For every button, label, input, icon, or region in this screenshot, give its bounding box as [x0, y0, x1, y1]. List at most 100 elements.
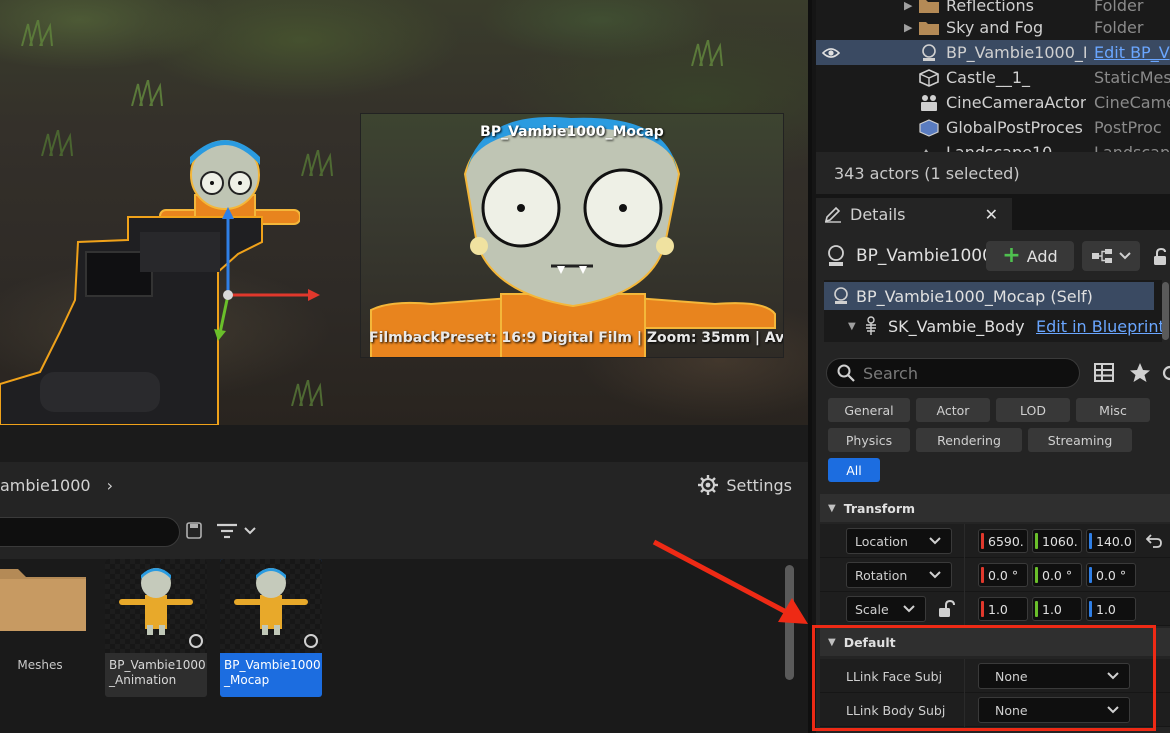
details-actor-header: BP_Vambie1000_Mocap + Add	[816, 240, 1170, 272]
folder-icon	[919, 0, 939, 13]
save-icon[interactable]	[186, 521, 202, 541]
filter-physics[interactable]: Physics	[828, 428, 910, 452]
edit-in-blueprint-link[interactable]: Edit in Blueprint	[1036, 317, 1165, 336]
asset-tile-folder[interactable]: Meshes	[0, 559, 90, 697]
filter-lod[interactable]: LOD	[996, 398, 1070, 422]
details-view-options[interactable]	[1094, 361, 1170, 385]
rotation-z-field[interactable]: 0.0 °	[1086, 563, 1136, 587]
scale-row: Scale 1.0 1.0 1.0	[820, 592, 1170, 626]
location-mode-dropdown[interactable]: Location	[846, 528, 952, 554]
post-process-icon	[919, 118, 939, 137]
blueprint-hierarchy-icon	[1092, 249, 1112, 263]
viewport-bottom-bar	[0, 425, 808, 462]
tab-details[interactable]: Details ✕	[816, 198, 1012, 230]
annotation-arrow	[652, 539, 808, 624]
expand-arrow-icon[interactable]: ▶	[904, 21, 912, 34]
component-tree-scrollbar[interactable]	[1162, 282, 1169, 340]
chevron-down-icon	[929, 571, 941, 579]
right-panel: ▶ Reflections Folder ▶ Sky and Fog Folde…	[808, 0, 1170, 733]
grass-decoration	[300, 149, 336, 177]
search-placeholder: Search	[863, 363, 918, 383]
chevron-down-icon	[1119, 252, 1131, 260]
chevron-down-icon	[929, 537, 941, 545]
gear-icon	[698, 475, 719, 495]
blueprint-actor-icon	[922, 43, 936, 61]
outliner-row[interactable]: CineCameraActor CineCame	[816, 90, 1170, 115]
landscape-icon	[923, 148, 935, 152]
close-icon[interactable]: ✕	[985, 205, 998, 224]
location-z-field[interactable]: 140.0	[1086, 529, 1136, 553]
scale-mode-dropdown[interactable]: Scale	[846, 596, 926, 622]
add-component-button[interactable]: + Add	[986, 241, 1074, 271]
transform-gizmo[interactable]	[200, 205, 330, 355]
folder-icon	[0, 569, 86, 631]
filter-dropdown[interactable]	[216, 520, 260, 542]
rotation-y-field[interactable]: 0.0 °	[1032, 563, 1082, 587]
filter-all[interactable]: All	[828, 458, 880, 482]
grass-decoration	[40, 129, 76, 157]
content-browser-settings-button[interactable]: Settings	[698, 470, 792, 500]
world-outliner: ▶ Reflections Folder ▶ Sky and Fog Folde…	[816, 0, 1170, 152]
collapse-arrow-icon: ▼	[828, 502, 836, 514]
filter-misc[interactable]: Misc	[1076, 398, 1150, 422]
actor-count-status: 343 actors (1 selected)	[816, 152, 1170, 194]
location-x-field[interactable]: 6590.	[978, 529, 1028, 553]
details-tab-bar: Details ✕	[816, 198, 1170, 230]
section-title: Transform	[843, 500, 916, 516]
outliner-row[interactable]: Landscape10 Landscap	[816, 140, 1170, 152]
component-label: BP_Vambie1000_Mocap (Self)	[856, 286, 1093, 306]
rotation-x-field[interactable]: 0.0 °	[978, 563, 1028, 587]
plus-icon: +	[1002, 243, 1021, 268]
component-row[interactable]: ▼ SK_Vambie_Body Edit in Blueprint	[824, 312, 1165, 340]
outliner-row[interactable]: GlobalPostProces PostProc	[816, 115, 1170, 140]
filter-general[interactable]: General	[828, 398, 910, 422]
rotation-mode-dropdown[interactable]: Rotation	[846, 562, 952, 588]
blueprint-options-button[interactable]	[1082, 241, 1140, 271]
grass-decoration	[130, 79, 166, 107]
expand-arrow-icon[interactable]: ▶	[904, 0, 912, 12]
unlock-icon[interactable]	[938, 600, 956, 618]
breadcrumb-segment[interactable]: ambie1000	[0, 476, 91, 495]
outliner-row[interactable]: ▶ Sky and Fog Folder	[816, 15, 1170, 40]
content-browser-breadcrumb[interactable]: ambie1000 ›	[0, 470, 113, 500]
outliner-row[interactable]: Castle__1_ StaticMes	[816, 65, 1170, 90]
reset-arrow-icon[interactable]	[1146, 533, 1162, 549]
filter-actor[interactable]: Actor	[916, 398, 990, 422]
asset-tile-blueprint-selected[interactable]: BP_Vambie1000 _Mocap	[220, 559, 322, 697]
filter-streaming[interactable]: Streaming	[1028, 428, 1132, 452]
details-search-input[interactable]: Search	[826, 358, 1080, 388]
camera-preview-window: BP_Vambie1000_Mocap FilmbackPreset: 16:9…	[360, 113, 784, 358]
lock-icon[interactable]	[1152, 248, 1170, 266]
scale-y-field[interactable]: 1.0	[1032, 597, 1082, 621]
outliner-row-selected[interactable]: BP_Vambie1000_Mocap Edit BP_V	[816, 40, 1170, 65]
column-divider	[964, 524, 965, 558]
chevron-down-icon	[903, 605, 915, 613]
add-button-label: Add	[1026, 246, 1058, 266]
scale-x-field[interactable]: 1.0	[978, 597, 1028, 621]
cine-camera-icon	[921, 94, 937, 111]
star-icon	[1130, 363, 1150, 382]
pencil-icon	[824, 206, 841, 223]
chevron-right-icon[interactable]: ›	[107, 476, 113, 495]
zombie-preview-render	[370, 117, 776, 357]
actor-name-field[interactable]: BP_Vambie1000_Mocap	[856, 246, 986, 266]
level-viewport[interactable]: BP_Vambie1000_Mocap FilmbackPreset: 16:9…	[0, 0, 808, 425]
scale-z-field[interactable]: 1.0	[1086, 597, 1136, 621]
location-y-field[interactable]: 1060.	[1032, 529, 1082, 553]
component-row-self[interactable]: BP_Vambie1000_Mocap (Self)	[824, 282, 1154, 310]
component-label: SK_Vambie_Body	[888, 316, 1025, 336]
blueprint-actor-icon	[834, 287, 848, 304]
camera-preview-title: BP_Vambie1000_Mocap	[480, 124, 664, 140]
character-thumbnail	[220, 559, 322, 653]
eye-icon[interactable]	[822, 46, 840, 60]
skeletal-mesh-icon	[866, 316, 876, 335]
edit-blueprint-link[interactable]: Edit BP_V	[1094, 43, 1170, 62]
content-browser-search-input[interactable]	[0, 517, 180, 547]
transform-section-header[interactable]: ▼ Transform	[820, 494, 1170, 522]
asset-tile-blueprint[interactable]: BP_Vambie1000 _Animation	[105, 559, 207, 697]
tab-details-label: Details	[850, 204, 906, 224]
collapse-arrow-icon[interactable]: ▼	[848, 321, 856, 332]
character-thumbnail	[105, 559, 207, 653]
grass-decoration	[290, 379, 326, 407]
filter-rendering[interactable]: Rendering	[916, 428, 1022, 452]
